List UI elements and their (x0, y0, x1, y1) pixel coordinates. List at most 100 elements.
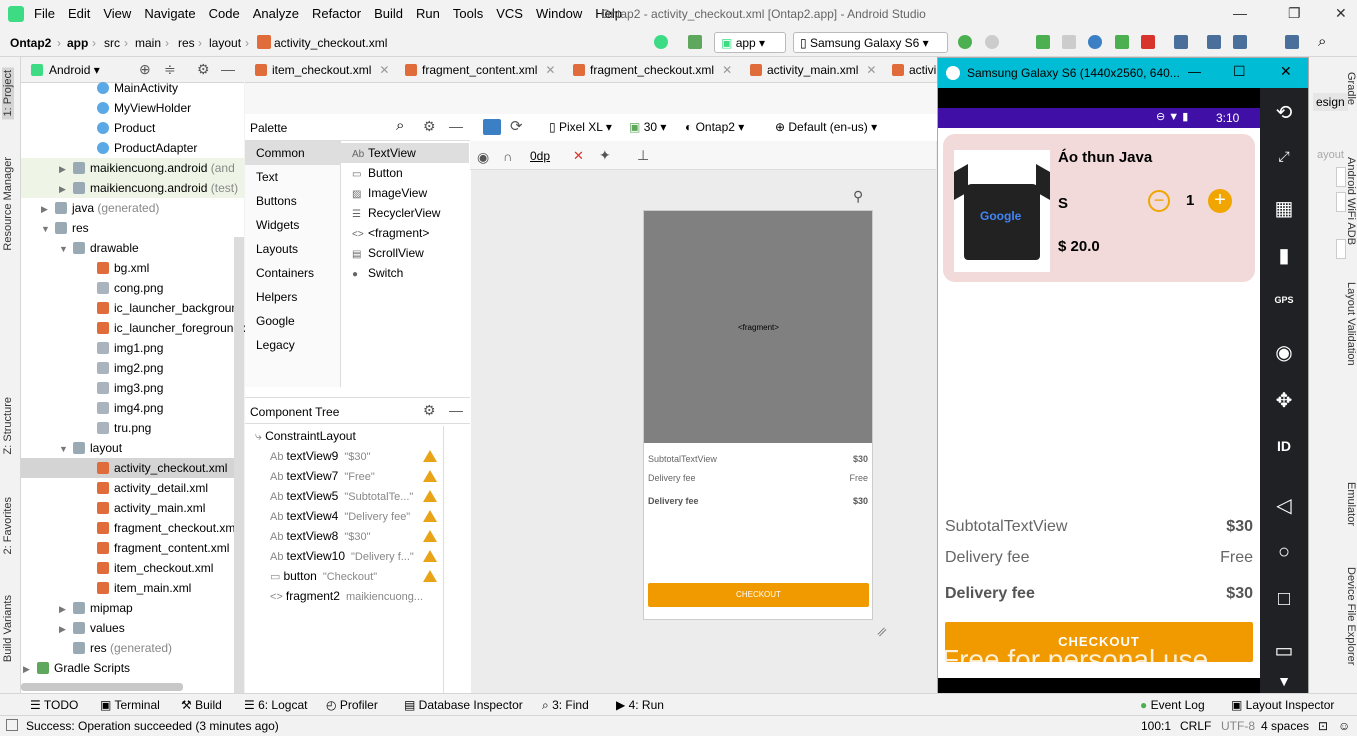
component-tree-item[interactable]: ▭ button "Checkout" (270, 566, 377, 586)
menu-refactor[interactable]: Refactor (312, 6, 361, 21)
component-tree-item[interactable]: Ab textView10 "Delivery f..." (270, 546, 414, 566)
component-tree-item[interactable]: ⤷ ConstraintLayout (255, 426, 356, 446)
menu-run[interactable]: Run (416, 6, 440, 21)
wrench-icon[interactable]: ⚲ (853, 188, 863, 205)
warning-icon[interactable] (423, 450, 437, 462)
project-tool-tab[interactable]: 1: Project (2, 67, 14, 120)
tree-item[interactable]: activity_detail.xml (97, 478, 208, 498)
tree-item[interactable]: ic_launcher_background (97, 298, 245, 318)
cursor-position[interactable]: 100:1 (1141, 719, 1171, 733)
palette-widget[interactable]: ● Switch (352, 263, 403, 283)
locale-select[interactable]: ⊕ Default (en-us) ▾ (775, 120, 877, 134)
home-icon[interactable]: ○ (1260, 541, 1308, 564)
device-select[interactable]: ▯ Samsung Galaxy S6 ▾ (793, 32, 948, 53)
profile-icon[interactable] (1088, 35, 1102, 49)
debug-icon[interactable] (1036, 35, 1050, 49)
menu-analyze[interactable]: Analyze (253, 6, 299, 21)
tree-item[interactable]: MainActivity (97, 78, 178, 98)
maximize-icon[interactable]: ☐ (1233, 63, 1246, 80)
layout-inspector-tab[interactable]: ▣ Layout Inspector (1231, 698, 1334, 712)
logcat-tab[interactable]: ☰ 6: Logcat (244, 698, 307, 712)
palette-widget[interactable]: ▨ ImageView (352, 183, 427, 203)
project-view-select[interactable]: Android ▾ (49, 63, 100, 77)
palette-category-widgets[interactable]: Widgets (245, 213, 340, 237)
search-icon[interactable]: ⌕ (1318, 33, 1326, 50)
battery-icon[interactable]: ▮ (1260, 243, 1308, 268)
inspection-icon[interactable]: ☺ (1338, 719, 1350, 733)
minimize-icon[interactable]: — (1188, 64, 1201, 79)
gear-icon[interactable]: ⚙ (423, 402, 436, 419)
gps-icon[interactable]: GPS (1260, 295, 1308, 305)
palette-category-layouts[interactable]: Layouts (245, 237, 340, 261)
tree-item[interactable]: img4.png (97, 398, 163, 418)
database-inspector-tab[interactable]: ▤ Database Inspector (404, 698, 523, 712)
warning-icon[interactable] (423, 550, 437, 562)
device-select[interactable]: ▯ Pixel XL ▾ (549, 120, 612, 134)
layout-validation-tab[interactable]: Layout Validation (1345, 282, 1357, 366)
tree-item[interactable]: ▶ maikiencuong.android (and (21, 158, 244, 178)
panel-toggle-icon[interactable] (6, 719, 18, 731)
hide-panel-icon[interactable]: — (221, 61, 235, 77)
palette-category-text[interactable]: Text (245, 165, 340, 189)
tree-item[interactable]: fragment_checkout.xml (97, 518, 238, 538)
menu-tools[interactable]: Tools (453, 6, 483, 21)
orientation-icon[interactable]: ⟳ (510, 117, 523, 135)
project-scrollbar[interactable] (234, 237, 244, 693)
status-message[interactable]: Success: Operation succeeded (3 minutes … (26, 719, 279, 733)
structure-tab[interactable]: Z: Structure (2, 397, 14, 454)
fragment-placeholder[interactable]: <fragment> (644, 211, 872, 443)
sync-gradle-icon[interactable] (1174, 35, 1188, 49)
tree-item[interactable]: ProductAdapter (97, 138, 197, 158)
warning-icon[interactable] (423, 510, 437, 522)
checkout-button[interactable]: CHECKOUT (648, 583, 869, 607)
tree-item[interactable]: bg.xml (97, 258, 149, 278)
profiler-tab[interactable]: ◴ Profiler (326, 698, 378, 712)
tree-item[interactable]: ▶ mipmap (59, 598, 133, 618)
scale-1to1-icon[interactable]: ⤢ (1260, 148, 1308, 165)
hide-palette-icon[interactable]: — (449, 118, 463, 134)
palette-widget[interactable]: <> <fragment> (352, 223, 429, 243)
indent-setting[interactable]: 4 spaces (1261, 719, 1309, 733)
tree-item[interactable]: res (generated) (59, 638, 172, 658)
favorites-tab[interactable]: 2: Favorites (2, 497, 14, 554)
adb-tab[interactable]: Android WiFi ADB (1345, 157, 1357, 245)
clear-constraints-icon[interactable]: ✕ (573, 148, 584, 164)
tree-item-selected[interactable]: activity_checkout.xml (21, 458, 244, 478)
attach-debugger-icon[interactable] (1062, 35, 1076, 49)
breadcrumb-module[interactable]: app (67, 36, 88, 50)
tree-item[interactable]: img2.png (97, 358, 163, 378)
tree-item[interactable]: Product (97, 118, 155, 138)
palette-category-containers[interactable]: Containers (245, 261, 340, 285)
stop-icon[interactable] (1141, 35, 1155, 49)
api-select[interactable]: ▣ 30 ▾ (629, 120, 666, 134)
tree-item[interactable]: img3.png (97, 378, 163, 398)
build-tab[interactable]: ⚒ Build (181, 698, 222, 712)
tree-item[interactable]: activity_main.xml (97, 498, 205, 518)
tree-item[interactable]: ▶ java (generated) (41, 198, 159, 218)
warning-icon[interactable] (423, 470, 437, 482)
theme-select[interactable]: ◐ Ontap2 ▾ (685, 120, 744, 134)
todo-tab[interactable]: ☰ TODO (30, 698, 78, 712)
rerun-icon[interactable] (958, 35, 972, 49)
tree-item[interactable]: ▼ res (41, 218, 89, 238)
component-tree-item[interactable]: Ab textView7 "Free" (270, 466, 375, 486)
menu-navigate[interactable]: Navigate (144, 6, 195, 21)
palette-widget[interactable]: ▤ ScrollView (352, 243, 424, 263)
minimize-icon[interactable]: — (1233, 5, 1247, 21)
tree-item[interactable]: ▼ layout (59, 438, 122, 458)
file-encoding[interactable]: UTF-8 (1221, 719, 1255, 733)
tab-activity-checkout[interactable]: activi (892, 63, 936, 77)
tree-item[interactable]: img1.png (97, 338, 163, 358)
project-hscrollbar[interactable] (21, 683, 183, 691)
tree-item[interactable]: MyViewHolder (97, 98, 191, 118)
settings-icon[interactable] (1285, 35, 1299, 49)
tree-item[interactable]: fragment_content.xml (97, 538, 229, 558)
palette-category-buttons[interactable]: Buttons (245, 189, 340, 213)
component-tree-item[interactable]: Ab textView9 "$30" (270, 446, 371, 466)
tree-item[interactable]: item_main.xml (97, 578, 191, 598)
screenshot-icon[interactable]: ▦ (1260, 196, 1308, 221)
event-log-tab[interactable]: ● Event Log (1140, 698, 1205, 712)
overview-icon[interactable]: □ (1260, 588, 1308, 611)
hammer-build-icon[interactable] (688, 35, 702, 49)
close-icon[interactable]: ✕ (1335, 5, 1347, 22)
